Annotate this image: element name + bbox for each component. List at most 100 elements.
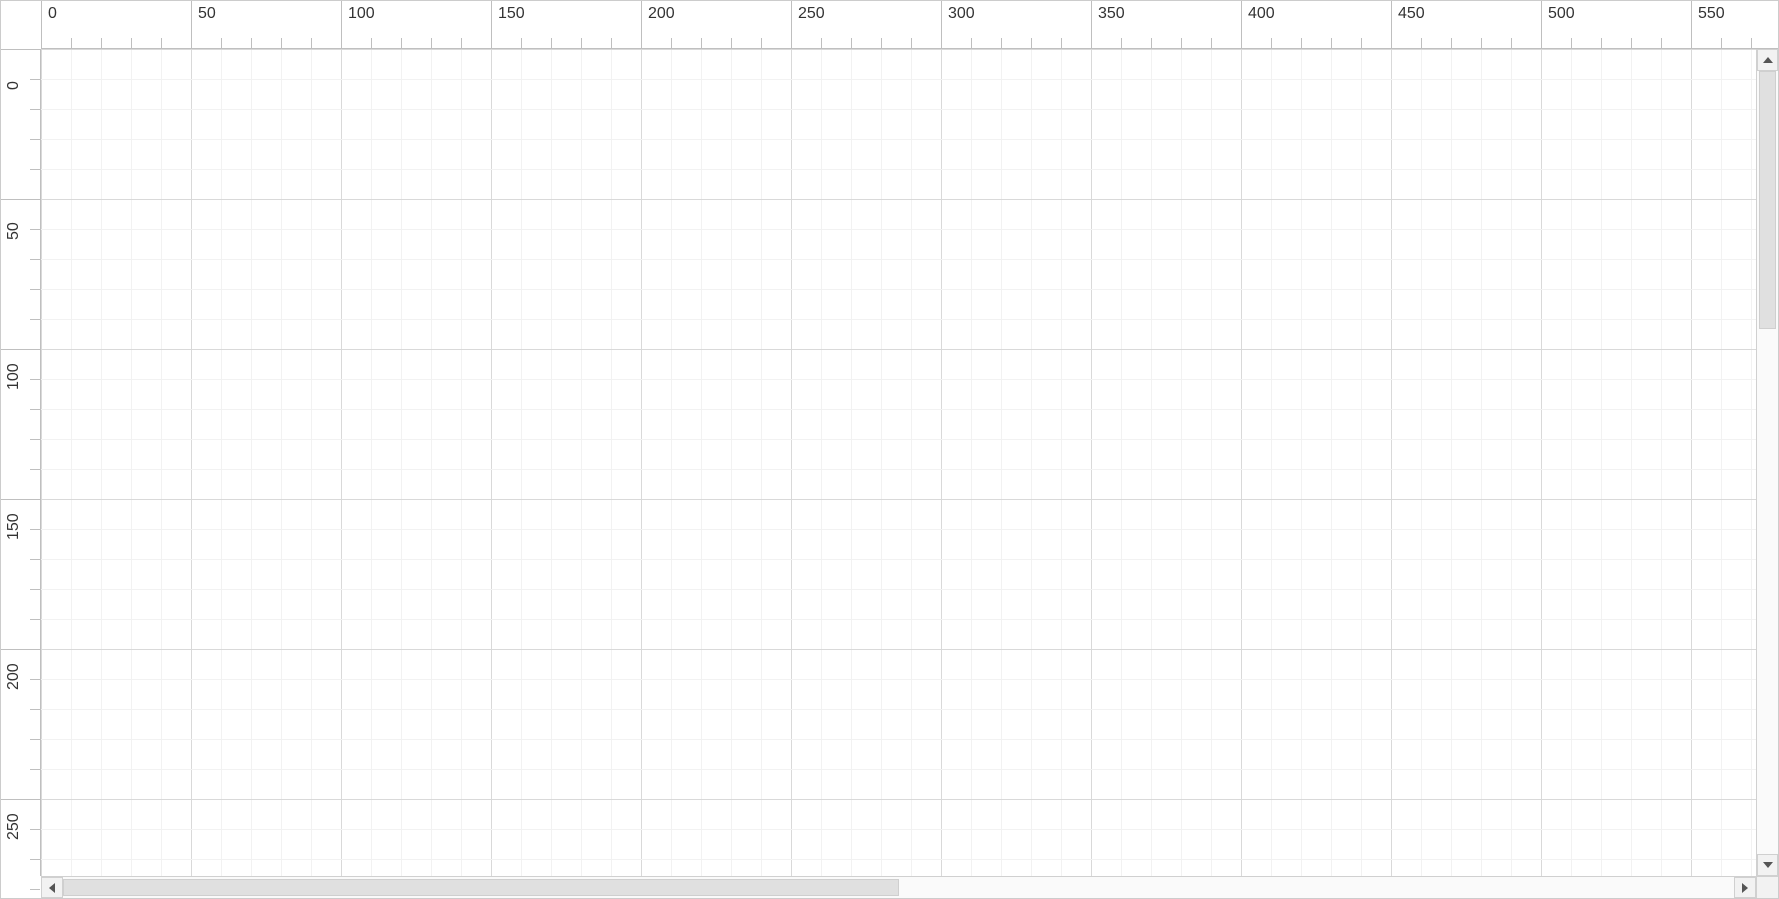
- scroll-right-button[interactable]: [1734, 877, 1756, 898]
- v-ruler-tick: [30, 469, 40, 470]
- v-ruler-major-100: 100: [1, 349, 40, 350]
- grid-h-minor: [41, 529, 1756, 530]
- grid-v-major: [1541, 49, 1542, 876]
- h-ruler-label: 150: [498, 5, 525, 23]
- h-ruler-tick: [821, 38, 822, 48]
- grid-h-major: [41, 349, 1756, 350]
- v-ruler-tick: [30, 889, 40, 890]
- h-ruler-tick: [281, 38, 282, 48]
- v-ruler-label: 50: [5, 222, 23, 240]
- h-ruler-tick: [1331, 38, 1332, 48]
- grid-h-major: [41, 499, 1756, 500]
- canvas-area[interactable]: [41, 49, 1756, 876]
- grid-v-major: [341, 49, 342, 876]
- grid-h-minor: [41, 589, 1756, 590]
- h-ruler-label: 350: [1098, 5, 1125, 23]
- v-ruler-label: 200: [5, 663, 23, 690]
- grid-v-minor: [671, 49, 672, 876]
- h-ruler-tick: [1421, 38, 1422, 48]
- v-ruler-tick: [30, 139, 40, 140]
- grid-h-major: [41, 799, 1756, 800]
- h-ruler-tick: [1271, 38, 1272, 48]
- v-ruler-tick: [30, 859, 40, 860]
- h-ruler-tick: [71, 38, 72, 48]
- h-ruler-label: 450: [1398, 5, 1425, 23]
- grid-h-major: [41, 199, 1756, 200]
- v-ruler-tick: [30, 289, 40, 290]
- h-ruler-major-400: 400: [1241, 1, 1242, 48]
- v-ruler-tick: [30, 169, 40, 170]
- grid-v-minor: [551, 49, 552, 876]
- v-ruler-major-250: 250: [1, 799, 40, 800]
- grid-v-minor: [911, 49, 912, 876]
- grid-v-minor: [1361, 49, 1362, 876]
- v-ruler-tick: [30, 529, 40, 530]
- h-ruler-major-550: 550: [1691, 1, 1692, 48]
- h-ruler-label: 400: [1248, 5, 1275, 23]
- h-ruler-tick: [521, 38, 522, 48]
- scroll-down-button[interactable]: [1757, 854, 1778, 876]
- h-ruler-tick: [1181, 38, 1182, 48]
- h-ruler-tick: [1601, 38, 1602, 48]
- v-ruler-tick: [30, 679, 40, 680]
- grid-v-minor: [1421, 49, 1422, 876]
- h-ruler-tick: [911, 38, 912, 48]
- grid-v-minor: [1721, 49, 1722, 876]
- grid-h-minor: [41, 169, 1756, 170]
- h-ruler-tick: [1031, 38, 1032, 48]
- arrow-up-icon: [1763, 57, 1773, 63]
- vertical-scrollbar-thumb[interactable]: [1759, 71, 1776, 329]
- scroll-up-button[interactable]: [1757, 49, 1778, 71]
- v-ruler-tick: [30, 79, 40, 80]
- v-ruler-tick: [30, 739, 40, 740]
- h-ruler-tick: [221, 38, 222, 48]
- h-ruler-label: 0: [48, 5, 57, 23]
- vertical-scrollbar-track[interactable]: [1757, 71, 1778, 854]
- h-ruler-major-250: 250: [791, 1, 792, 48]
- grid-v-minor: [1511, 49, 1512, 876]
- h-ruler-tick: [251, 38, 252, 48]
- vertical-ruler: 0 50 100 150 200 250: [1, 49, 41, 876]
- h-ruler-label: 550: [1698, 5, 1725, 23]
- h-ruler-tick: [1631, 38, 1632, 48]
- grid-v-minor: [1031, 49, 1032, 876]
- h-ruler-major-100: 100: [341, 1, 342, 48]
- h-ruler-tick: [881, 38, 882, 48]
- grid-v-major: [41, 49, 42, 876]
- v-ruler-tick: [30, 439, 40, 440]
- h-ruler-tick: [1361, 38, 1362, 48]
- grid-v-minor: [521, 49, 522, 876]
- v-ruler-label: 250: [5, 813, 23, 840]
- grid-v-minor: [131, 49, 132, 876]
- scroll-left-button[interactable]: [41, 877, 63, 898]
- grid-v-minor: [971, 49, 972, 876]
- h-ruler-tick: [431, 38, 432, 48]
- horizontal-scrollbar-thumb[interactable]: [63, 879, 899, 896]
- grid-v-minor: [71, 49, 72, 876]
- h-ruler-label: 100: [348, 5, 375, 23]
- grid-h-minor: [41, 769, 1756, 770]
- h-ruler-label: 300: [948, 5, 975, 23]
- v-ruler-tick: [30, 319, 40, 320]
- grid-v-major: [641, 49, 642, 876]
- grid-v-major: [1091, 49, 1092, 876]
- grid-v-minor: [431, 49, 432, 876]
- grid-v-minor: [1151, 49, 1152, 876]
- grid-v-major: [1391, 49, 1392, 876]
- scrollbar-corner: [1756, 876, 1778, 898]
- horizontal-scrollbar: [41, 876, 1756, 898]
- horizontal-scrollbar-track[interactable]: [63, 877, 1734, 898]
- v-ruler-major-0: 0: [1, 49, 40, 50]
- grid-v-minor: [1301, 49, 1302, 876]
- grid-v-minor: [371, 49, 372, 876]
- h-ruler-tick: [311, 38, 312, 48]
- vertical-scrollbar: [1756, 49, 1778, 876]
- grid-v-minor: [761, 49, 762, 876]
- grid-h-minor: [41, 319, 1756, 320]
- h-ruler-tick: [1301, 38, 1302, 48]
- v-ruler-label: 150: [5, 513, 23, 540]
- grid-v-minor: [701, 49, 702, 876]
- v-ruler-tick: [30, 229, 40, 230]
- grid-h-minor: [41, 739, 1756, 740]
- arrow-right-icon: [1742, 883, 1748, 893]
